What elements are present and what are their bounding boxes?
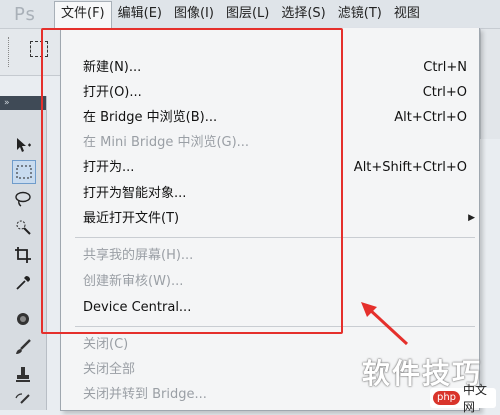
menu-item-shortcut: Alt+Shift+Ctrl+O: [353, 160, 467, 175]
menu-select[interactable]: 选择(S): [275, 1, 331, 27]
menu-item-shortcut: Alt+Ctrl+O: [394, 110, 467, 125]
crop-tool-icon[interactable]: [12, 244, 34, 266]
menu-view[interactable]: 视图: [388, 1, 426, 27]
watermark-logo: php 中文网: [430, 383, 496, 414]
photoshop-logo: Ps: [14, 4, 36, 25]
menu-item-label: 关闭全部: [83, 362, 136, 377]
marquee-tool-icon[interactable]: [12, 160, 36, 184]
eyedropper-tool-icon[interactable]: [12, 272, 34, 294]
clone-stamp-tool-icon[interactable]: [12, 364, 34, 386]
submenu-arrow-icon: ▶: [468, 213, 475, 223]
menu-filter[interactable]: 滤镜(T): [332, 1, 388, 27]
watermark-logo-badge: php: [433, 391, 461, 405]
healing-brush-tool-icon[interactable]: [12, 308, 34, 330]
application-bar: Ps 文件(F) 编辑(E) 图像(I) 图层(L) 选择(S) 滤镜(T) 视…: [0, 0, 500, 29]
options-bar-grip[interactable]: [8, 37, 12, 67]
menu-layer[interactable]: 图层(L): [220, 1, 275, 27]
menu-bar: 文件(F) 编辑(E) 图像(I) 图层(L) 选择(S) 滤镜(T) 视图: [54, 0, 426, 28]
menu-item-label: 关闭(C): [83, 337, 129, 352]
menu-item-shortcut: Ctrl+O: [422, 85, 467, 100]
quick-select-tool-icon[interactable]: [12, 216, 34, 238]
tools-panel-collapse-icon[interactable]: »: [0, 96, 46, 110]
right-panel-edge: [480, 29, 500, 139]
lasso-tool-icon[interactable]: [12, 188, 34, 210]
history-brush-tool-icon[interactable]: [12, 390, 34, 412]
menu-file[interactable]: 文件(F): [54, 1, 112, 28]
brush-tool-icon[interactable]: [12, 336, 34, 358]
menu-edit[interactable]: 编辑(E): [112, 1, 168, 27]
move-tool-icon[interactable]: [12, 134, 34, 156]
menu-image[interactable]: 图像(I): [168, 1, 220, 27]
annotation-arrow-icon: [361, 302, 409, 346]
menu-item-label: 关闭并转到 Bridge...: [83, 387, 207, 402]
highlight-annotation-box: [41, 28, 343, 334]
tools-panel: »: [0, 96, 47, 410]
menu-item-shortcut: Ctrl+N: [423, 60, 467, 75]
